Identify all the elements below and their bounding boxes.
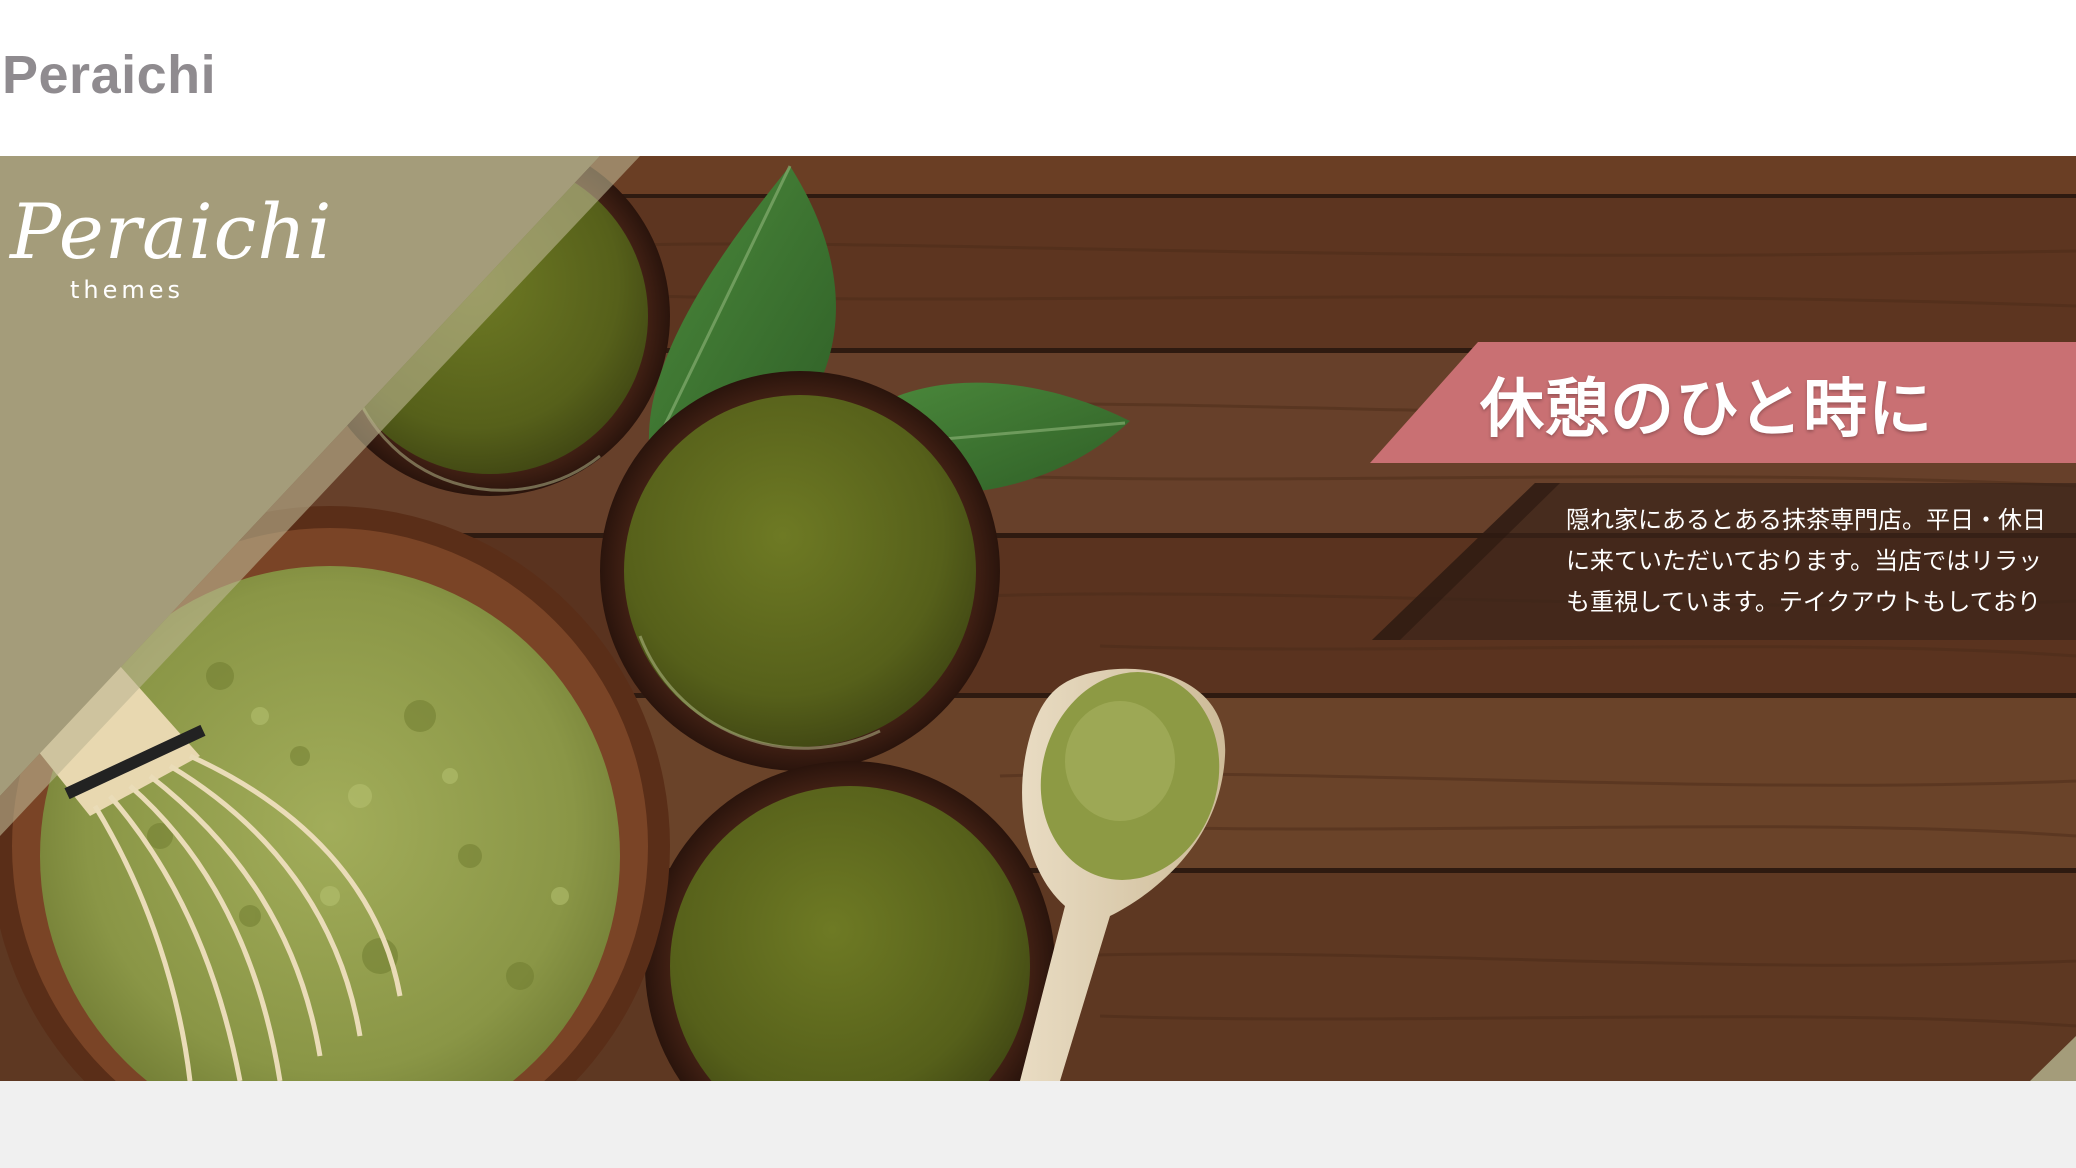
hero-catch-title: 休憩のひと時に <box>1480 373 1934 447</box>
site-header: Peraichi <box>0 0 2076 156</box>
hero-section: Peraichi themes 休憩のひと時に 隠れ家にあるとある抹茶専門店。平… <box>0 156 2076 1081</box>
next-section <box>0 1081 2076 1168</box>
peraichi-themes-logo: Peraichi themes <box>10 187 370 305</box>
brand-subtitle: themes <box>70 276 185 304</box>
hero-description: 隠れ家にあるとある抹茶専門店。平日・休日 に来ていただいております。当店ではリラ… <box>1566 506 2046 616</box>
site-logo[interactable]: Peraichi <box>2 44 216 106</box>
brand-script-text: Peraichi <box>10 187 333 276</box>
